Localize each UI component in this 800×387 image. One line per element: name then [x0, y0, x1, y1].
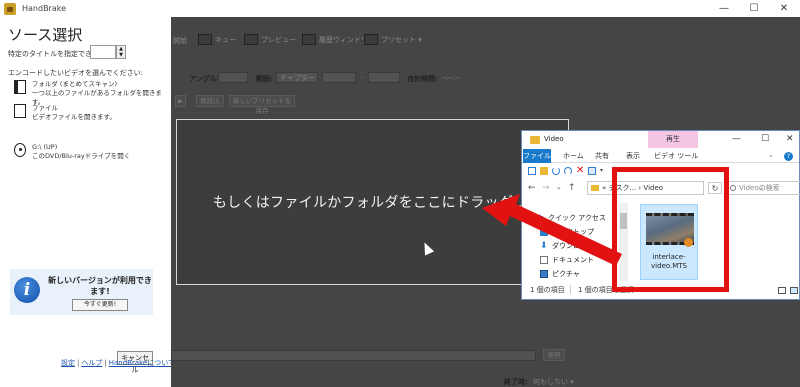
update-now-button[interactable]: 今すぐ更新!: [72, 299, 128, 311]
drag-arrow-icon: [482, 194, 622, 266]
info-icon: i: [14, 277, 40, 303]
folder-icon: [14, 80, 26, 94]
file-icon: [14, 104, 26, 118]
toolbar-start: 開始: [173, 36, 187, 46]
activity-log-icon: [302, 34, 316, 45]
redo-icon[interactable]: [564, 167, 572, 175]
range-end-select: [368, 72, 400, 83]
large-icons-view-icon[interactable]: [790, 287, 798, 294]
help-link[interactable]: ヘルプ: [81, 359, 102, 367]
explorer-minimize-button[interactable]: —: [732, 134, 741, 144]
disc-option-desc: このDVD/Blu-rayドライブを開く: [32, 152, 131, 160]
app-title: HandBrake: [22, 4, 67, 13]
save-preset-button: 新しいプリセットを保存: [229, 95, 295, 115]
update-notice-text: 新しいバージョンが利用できます!: [48, 276, 152, 296]
explorer-close-button[interactable]: ✕: [786, 134, 794, 144]
toolbar-queue: キュー: [198, 34, 236, 45]
tab-file[interactable]: ファイル: [523, 149, 551, 163]
file-option-desc: ビデオファイルを開きます。: [32, 113, 116, 121]
update-notice: i 新しいバージョンが利用できます! 今すぐ更新!: [10, 269, 153, 315]
pictures-icon: [540, 270, 548, 278]
activity-label: 履歴ウィンドウ: [319, 35, 368, 44]
file-option[interactable]: ファイル ビデオファイルを開きます。: [14, 104, 116, 122]
close-button[interactable]: ✕: [769, 0, 799, 17]
about-link[interactable]: HandBrakeについて: [109, 359, 175, 367]
rename-icon[interactable]: [588, 167, 596, 175]
settings-link[interactable]: 設定: [61, 359, 75, 367]
destination-field: [171, 350, 536, 361]
preview-label: プレビュー: [261, 35, 296, 44]
undo-icon[interactable]: [552, 167, 560, 175]
queue-icon: [198, 34, 212, 45]
when-done-label: 終了時:: [504, 378, 528, 386]
duration-label: 合計時間:: [407, 75, 438, 83]
explorer-title: Video: [544, 135, 564, 143]
search-input[interactable]: Videoの検索: [726, 181, 800, 195]
nav-label: ピクチャ: [552, 270, 580, 278]
title-number-spinner[interactable]: ▲ ▼: [116, 45, 126, 59]
choose-video-prompt: エンコードしたいビデオを選んでください:: [8, 69, 144, 77]
presets-icon: [364, 34, 378, 45]
disc-icon: [14, 143, 26, 157]
delete-icon[interactable]: ✕: [576, 166, 584, 176]
toolbar-activity: 履歴ウィンドウ: [302, 34, 368, 45]
toolbar-preview: プレビュー: [244, 34, 296, 45]
browse-button: 参照: [543, 349, 565, 361]
source-selection-panel: ソース選択 特定のタイトルを指定できます: ▲ ▼ エンコードしたいビデオを選ん…: [0, 17, 171, 387]
minimize-button[interactable]: —: [709, 0, 739, 17]
title-number-input[interactable]: [90, 45, 116, 59]
tab-view[interactable]: 表示: [626, 151, 640, 161]
source-selection-title: ソース選択: [8, 26, 83, 44]
search-placeholder: Videoの検索: [739, 184, 780, 192]
angle-label: アングル:: [189, 75, 220, 83]
preview-icon: [244, 34, 258, 45]
details-view-icon[interactable]: [778, 287, 786, 294]
disc-option-title: G:\ (UP): [32, 143, 58, 151]
nav-item-pictures[interactable]: ピクチャ: [540, 269, 580, 279]
tab-home[interactable]: ホーム: [563, 151, 584, 161]
handbrake-logo-icon: [4, 2, 16, 15]
properties-icon[interactable]: [528, 167, 536, 175]
new-folder-icon[interactable]: [540, 167, 548, 175]
when-done-value: 何もしない ▾: [533, 378, 574, 386]
reload-button: 再読込: [196, 95, 224, 107]
range-start-select: [322, 72, 356, 83]
maximize-button[interactable]: ☐: [739, 0, 769, 17]
link-separator: |: [104, 359, 107, 367]
spinner-down-icon[interactable]: ▼: [117, 52, 125, 58]
folder-option-title: フォルダ (まとめてスキャン): [31, 80, 117, 88]
toolbar-presets: プリセット ▾: [364, 34, 422, 45]
range-dash: -: [361, 74, 364, 82]
customize-toolbar-icon[interactable]: ▾: [600, 167, 608, 175]
context-tab-play[interactable]: 再生: [648, 131, 698, 148]
range-label: 範囲:: [256, 75, 273, 83]
link-separator: |: [77, 359, 80, 367]
ribbon-tabs: ファイル ホーム 共有 表示 ビデオ ツール ⌄ ?: [522, 149, 799, 163]
folder-icon: [530, 136, 540, 144]
range-select: チャプター: [276, 72, 318, 83]
presets-label: プリセット ▾: [381, 35, 422, 44]
disc-option[interactable]: G:\ (UP) このDVD/Blu-rayドライブを開く: [14, 143, 130, 161]
tab-video-tools[interactable]: ビデオ ツール: [654, 151, 698, 161]
explorer-title-bar: Video 再生 — ☐ ✕: [522, 131, 799, 149]
angle-select: [218, 72, 248, 83]
help-icon[interactable]: ?: [784, 152, 793, 161]
file-option-title: ファイル: [32, 104, 58, 112]
collapse-ribbon-icon[interactable]: ⌄: [768, 151, 774, 159]
item-count: 1 個の項目: [530, 286, 565, 294]
status-divider: [570, 285, 571, 294]
explorer-maximize-button[interactable]: ☐: [761, 134, 769, 144]
footer-links: 設定 | ヘルプ | HandBrakeについて: [61, 358, 175, 368]
search-icon: [730, 185, 736, 191]
duration-value: --:--:--: [441, 74, 461, 82]
app-title-bar: HandBrake — ☐ ✕: [0, 0, 800, 17]
folder-option[interactable]: フォルダ (まとめてスキャン) 一つ以上のファイルがあるフォルダを開きます。: [14, 80, 171, 107]
start-label: 開始: [173, 37, 187, 45]
queue-label: キュー: [215, 35, 236, 44]
play-button: ▶: [175, 95, 186, 107]
tab-share[interactable]: 共有: [595, 151, 609, 161]
range-value: チャプター: [280, 74, 315, 82]
